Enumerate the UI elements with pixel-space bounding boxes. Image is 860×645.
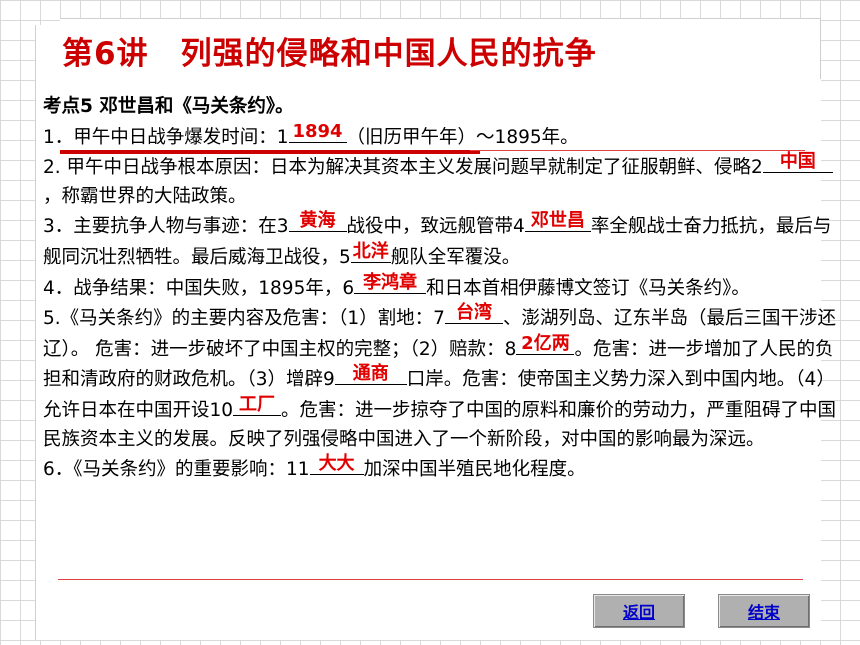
item-1-text-end: （旧历甲午年）～1895年。 [346, 126, 579, 148]
answer-1: 1894 [292, 120, 343, 142]
highlight-line-thin [470, 150, 805, 151]
slide-title: 第6讲 列强的侵略和中国人民的抗争 [62, 36, 597, 72]
answer-9: 通商 [352, 363, 389, 385]
answer-10: 工厂 [239, 393, 276, 415]
answer-6: 李鸿章 [363, 271, 418, 293]
blank-5: 北洋 [350, 240, 391, 263]
end-button[interactable]: 结束 [718, 594, 810, 628]
answer-3: 黄海 [299, 210, 336, 232]
blank-1: 1894 [288, 120, 347, 143]
item-3-text-end: 舰队全军覆没。 [390, 246, 521, 268]
blank-11: 大大 [309, 453, 364, 476]
back-button-label[interactable]: 返回 [623, 599, 655, 623]
item-6: 6．《马关条约》的重要影响：11 大大 加深中国半殖民地化程度。 [43, 454, 843, 485]
item-4-text-end: 和日本首相伊藤博文签订《马关条约》。 [426, 277, 750, 299]
item-6-text: 6．《马关条约》的重要影响：11 [43, 459, 310, 481]
item-1: 1．甲午中日战争爆发时间：1 1894 （旧历甲午年）～1895年。 [43, 122, 843, 153]
footer-divider [58, 579, 803, 580]
blank-4: 邓世昌 [524, 210, 591, 233]
item-6-text-end: 加深中国半殖民地化程度。 [363, 459, 586, 481]
item-1-text: 1．甲午中日战争爆发时间：1 [43, 126, 289, 148]
item-2-text-end: ，称霸世界的大陆政策。 [43, 185, 247, 207]
section-heading: 考点5 邓世昌和《马关条约》。 [43, 96, 294, 117]
item-4-text: 4．战争结果：中国失败，1895年，6 [43, 277, 355, 299]
back-button[interactable]: 返回 [593, 594, 685, 628]
item-2: 2. 甲午中日战争根本原因：日本为解决其资本主义发展问题早就制定了征服朝鲜、侵略… [43, 152, 843, 211]
item-3-text-mid1: 战役中，致远舰管带4 [346, 216, 525, 238]
item-3-text: 3．主要抗争人物与事迹：在3 [43, 216, 289, 238]
item-5: 5.《马关条约》的主要内容及危害：（1）割地：7 台湾 、澎湖列岛、辽东半岛（最后三… [43, 303, 843, 454]
answer-7: 台湾 [455, 302, 492, 324]
item-5-text: 5.《马关条约》的主要内容及危害：（1）割地：7 [43, 308, 445, 330]
blank-6: 李鸿章 [354, 271, 427, 294]
answer-4: 邓世昌 [530, 210, 585, 232]
blank-7: 台湾 [444, 302, 503, 325]
blank-2: 中国 [762, 151, 833, 174]
blank-9: 通商 [334, 363, 407, 386]
answer-5: 北洋 [352, 240, 389, 262]
blank-3: 黄海 [288, 210, 347, 233]
item-4: 4．战争结果：中国失败，1895年，6 李鸿章 和日本首相伊藤博文签订《马关条约》。 [43, 273, 843, 304]
blank-10: 工厂 [233, 393, 282, 416]
blank-8: 2亿两 [516, 332, 575, 355]
item-3: 3．主要抗争人物与事迹：在3 黄海 战役中，致远舰管带4 邓世昌 率全舰战士奋力抵抗，最… [43, 211, 843, 272]
end-button-label[interactable]: 结束 [748, 599, 780, 623]
answer-11: 大大 [318, 453, 355, 475]
item-2-text: 2. 甲午中日战争根本原因：日本为解决其资本主义发展问题早就制定了征服朝鲜、侵略… [43, 157, 763, 179]
answer-2: 中国 [779, 151, 816, 173]
highlight-line [60, 150, 480, 154]
answer-8: 2亿两 [521, 332, 570, 354]
